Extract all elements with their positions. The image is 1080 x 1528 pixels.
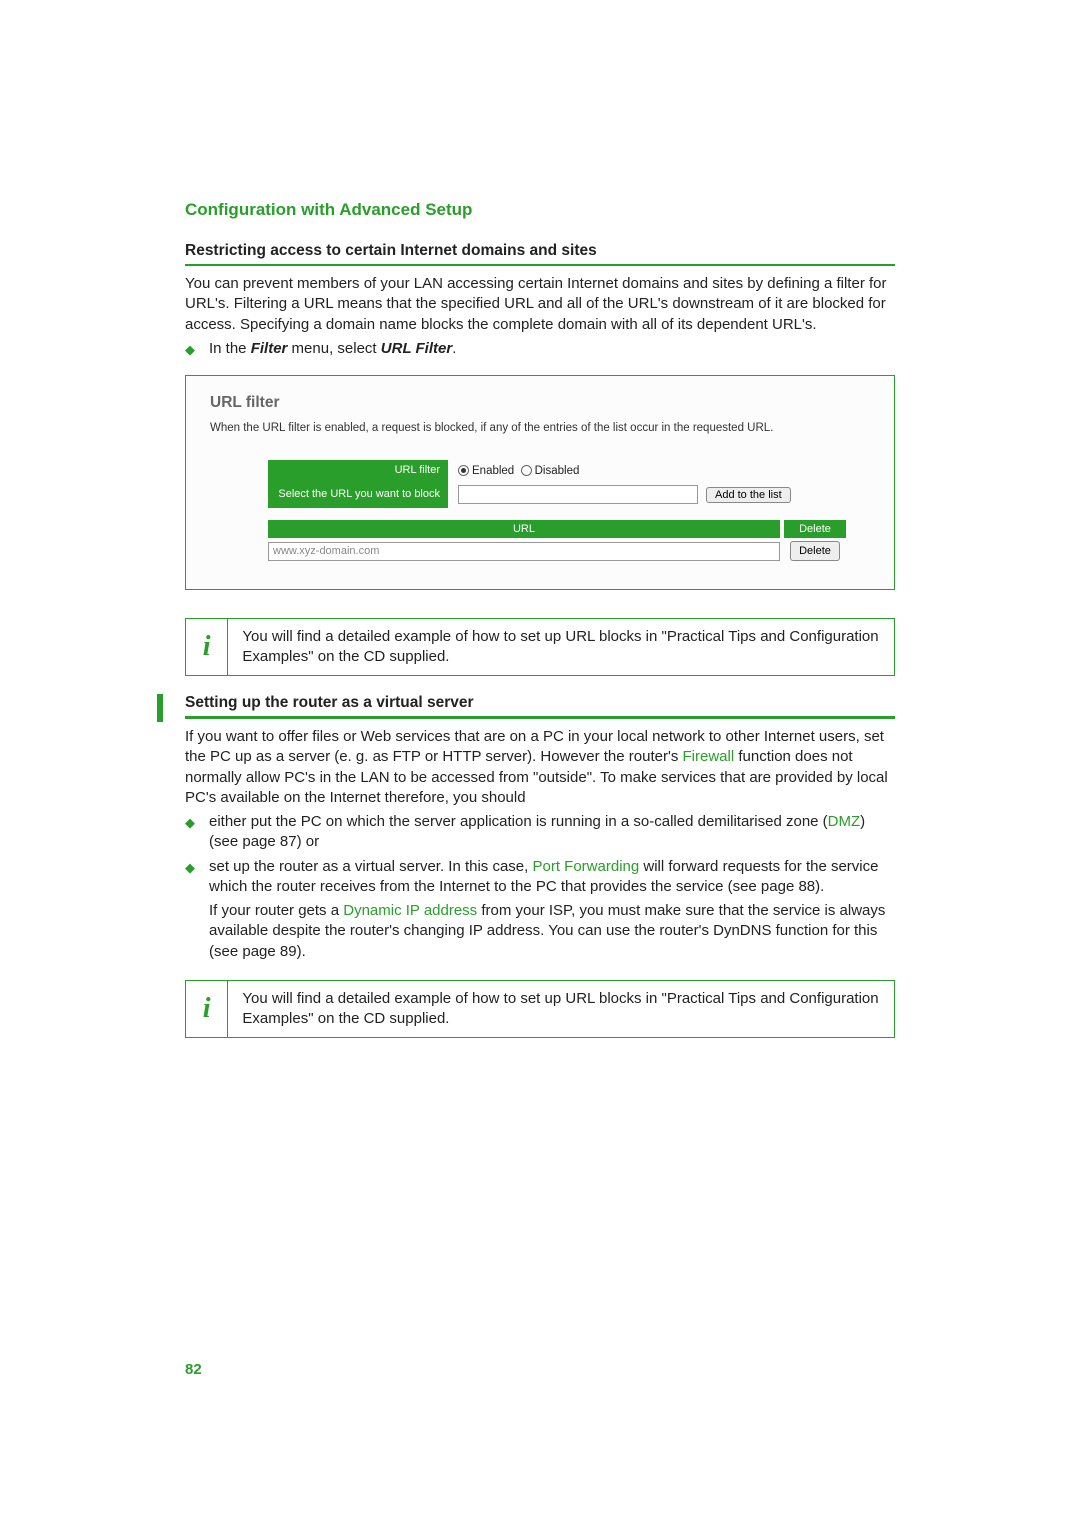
section2-paragraph: If you want to offer files or Web servic… <box>185 727 895 808</box>
url-table-value-input[interactable] <box>268 542 780 561</box>
section2-bullet2-sub: If your router gets a Dynamic IP address… <box>209 901 895 962</box>
url-table-header-url: URL <box>268 520 780 538</box>
info-icon: i <box>203 631 211 663</box>
url-table-header-delete: Delete <box>784 520 846 538</box>
bullet-diamond-icon: ◆ <box>185 815 197 831</box>
dynamic-ip-link[interactable]: Dynamic IP address <box>343 902 477 919</box>
radio-enabled[interactable] <box>458 465 469 476</box>
delete-button[interactable]: Delete <box>790 541 840 561</box>
info-icon-cell: i <box>186 981 228 1038</box>
firewall-link[interactable]: Firewall <box>682 748 734 765</box>
page-number: 82 <box>185 1361 202 1378</box>
port-forwarding-link[interactable]: Port Forwarding <box>533 858 640 875</box>
info-box-2: i You will find a detailed example of ho… <box>185 980 895 1039</box>
dmz-link[interactable]: DMZ <box>828 813 861 830</box>
url-block-label: Select the URL you want to block <box>268 481 448 508</box>
url-block-field: Add to the list <box>448 481 846 508</box>
subsection-virtual-server-title: Setting up the router as a virtual serve… <box>185 694 895 719</box>
url-filter-panel-desc: When the URL filter is enabled, a reques… <box>210 422 870 434</box>
s2-b2-a: set up the router as a virtual server. I… <box>209 858 533 875</box>
add-to-list-button[interactable]: Add to the list <box>706 487 791 503</box>
info-box-1: i You will find a detailed example of ho… <box>185 618 895 677</box>
bullet-text-suffix: . <box>452 340 456 357</box>
section2-bullet2: set up the router as a virtual server. I… <box>209 857 895 898</box>
url-filter-label: URL filter <box>268 460 448 481</box>
bullet-diamond-icon: ◆ <box>185 860 197 876</box>
section1-bullet: In the Filter menu, select URL Filter. <box>209 339 456 359</box>
bullet-text-prefix: In the <box>209 340 251 357</box>
info-text-1: You will find a detailed example of how … <box>228 619 894 676</box>
s2-b2sub-a: If your router gets a <box>209 902 343 919</box>
url-block-input[interactable] <box>458 485 698 504</box>
url-filter-screenshot: URL filter When the URL filter is enable… <box>185 375 895 590</box>
section1-paragraph: You can prevent members of your LAN acce… <box>185 274 895 335</box>
subsection-restricting-title: Restricting access to certain Internet d… <box>185 242 895 266</box>
info-text-2: You will find a detailed example of how … <box>228 981 894 1038</box>
radio-enabled-label: Enabled <box>472 465 514 477</box>
bullet-text-mid: menu, select <box>287 340 380 357</box>
bullet-text-bold1: Filter <box>251 340 288 357</box>
bullet-text-bold2: URL Filter <box>381 340 452 357</box>
info-icon: i <box>203 993 211 1025</box>
url-filter-radio-group: Enabled Disabled <box>448 460 846 481</box>
info-icon-cell: i <box>186 619 228 676</box>
page-header: Configuration with Advanced Setup <box>185 200 895 220</box>
section2-bullet1: either put the PC on which the server ap… <box>209 812 895 853</box>
url-filter-panel-title: URL filter <box>210 394 870 412</box>
radio-disabled-label: Disabled <box>535 465 580 477</box>
radio-disabled[interactable] <box>521 465 532 476</box>
s2-b1-a: either put the PC on which the server ap… <box>209 813 828 830</box>
url-filter-form: URL filter Enabled Disabled Select the U… <box>268 460 846 561</box>
bullet-diamond-icon: ◆ <box>185 342 197 358</box>
